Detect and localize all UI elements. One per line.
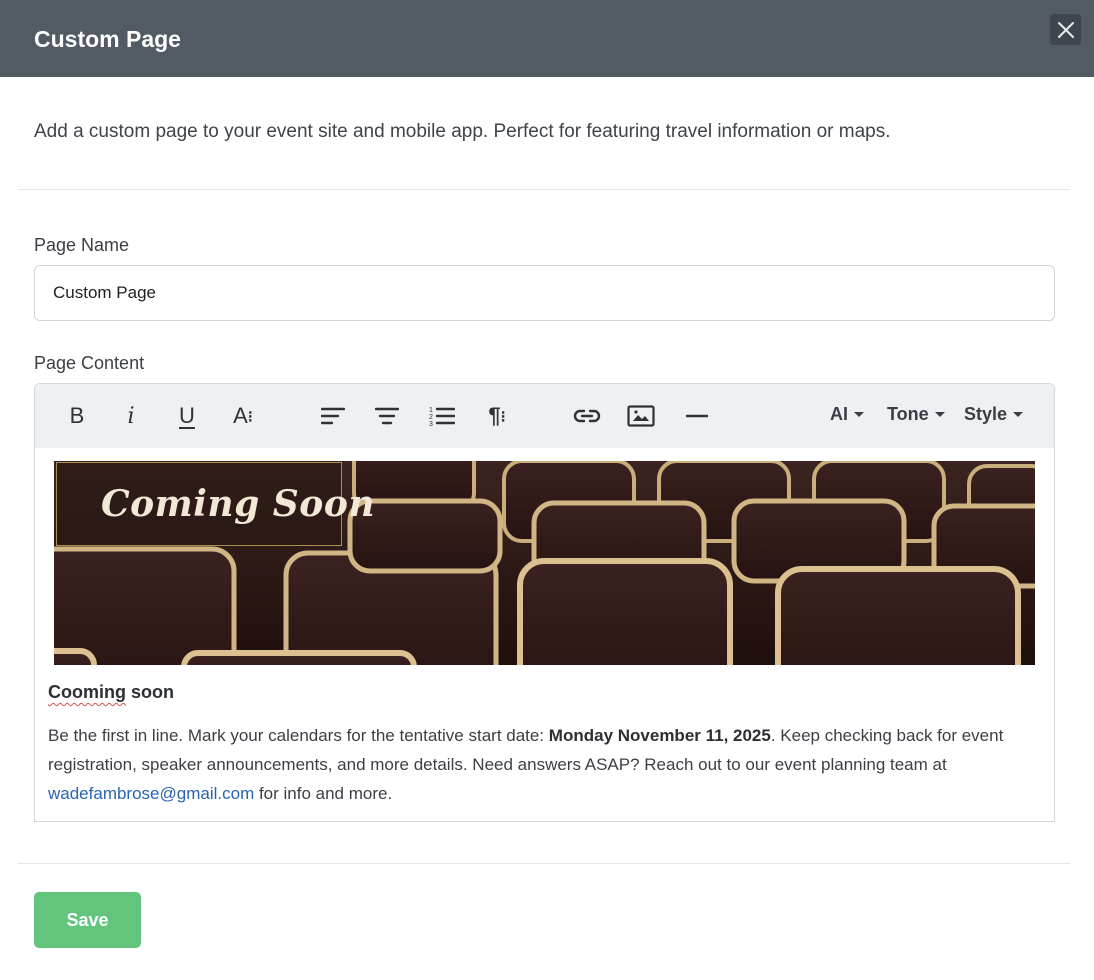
banner-label: Coming Soon [101,483,376,525]
align-center-icon [375,407,399,425]
horizontal-rule-button[interactable] [683,400,711,432]
body-text-1: Be the first in line. Mark your calendar… [48,726,549,745]
content-heading: Cooming soon [48,682,174,703]
svg-text:2: 2 [429,414,433,421]
insert-image-button[interactable] [625,400,657,432]
page-name-label: Page Name [34,235,130,255]
modal-title: Custom Page [34,26,181,52]
tone-dropdown[interactable]: Tone [887,404,945,425]
footer-divider [18,863,1070,864]
horizontal-rule-icon [686,414,708,418]
align-center-button[interactable] [373,400,401,432]
banner-image[interactable]: Coming Soon [54,461,1035,665]
body-text-3: for info and more. [254,784,393,803]
ai-dropdown-label: AI [830,404,848,424]
svg-text:1: 1 [429,407,433,414]
align-left-icon [321,407,345,425]
image-icon [627,405,655,427]
italic-button[interactable]: i [119,400,143,432]
save-button[interactable]: Save [34,892,141,948]
editor-toolbar: B i U A⁝ 1 2 3 ¶⁝ AI Tone Style [35,384,1054,448]
italic-icon: i [127,403,135,429]
ordered-list-icon: 1 2 3 [429,407,455,427]
page-content-label: Page Content [34,353,145,373]
content-body: Be the first in line. Mark your calendar… [48,721,1048,808]
event-date: Monday November 11, 2025 [548,726,771,745]
chevron-down-icon [854,412,864,417]
email-link[interactable]: wadefambrose@gmail.com [48,784,254,803]
close-button[interactable] [1050,14,1081,45]
underline-icon: U [179,403,195,428]
underline-button[interactable]: U [173,400,201,432]
svg-text:3: 3 [429,421,433,427]
chevron-down-icon [1013,412,1024,417]
font-size-icon: A⁝ [233,403,253,428]
ai-dropdown[interactable]: AI [830,404,864,425]
banner-label-box: Coming Soon [56,462,375,546]
paragraph-format-icon: ¶⁝ [488,403,506,428]
misspelled-word: Cooming [48,682,126,702]
bold-button[interactable]: B [63,400,91,432]
page-name-input[interactable] [34,265,1055,321]
close-icon [1057,21,1074,38]
align-left-button[interactable] [319,400,347,432]
tone-dropdown-label: Tone [887,404,929,424]
divider [18,189,1070,190]
style-dropdown[interactable]: Style [964,404,1024,425]
modal-header: Custom Page [0,0,1094,77]
heading-rest: soon [126,682,174,702]
ordered-list-button[interactable]: 1 2 3 [427,400,457,432]
rich-text-editor[interactable]: B i U A⁝ 1 2 3 ¶⁝ AI Tone Style Coming S… [34,383,1055,822]
bold-icon: B [69,403,85,428]
paragraph-format-button[interactable]: ¶⁝ [483,400,511,432]
font-size-button[interactable]: A⁝ [227,400,259,432]
insert-link-button[interactable] [571,400,603,432]
chevron-down-icon [934,412,945,417]
link-icon [573,409,601,423]
style-dropdown-label: Style [964,404,1008,424]
modal-description: Add a custom page to your event site and… [34,121,891,142]
